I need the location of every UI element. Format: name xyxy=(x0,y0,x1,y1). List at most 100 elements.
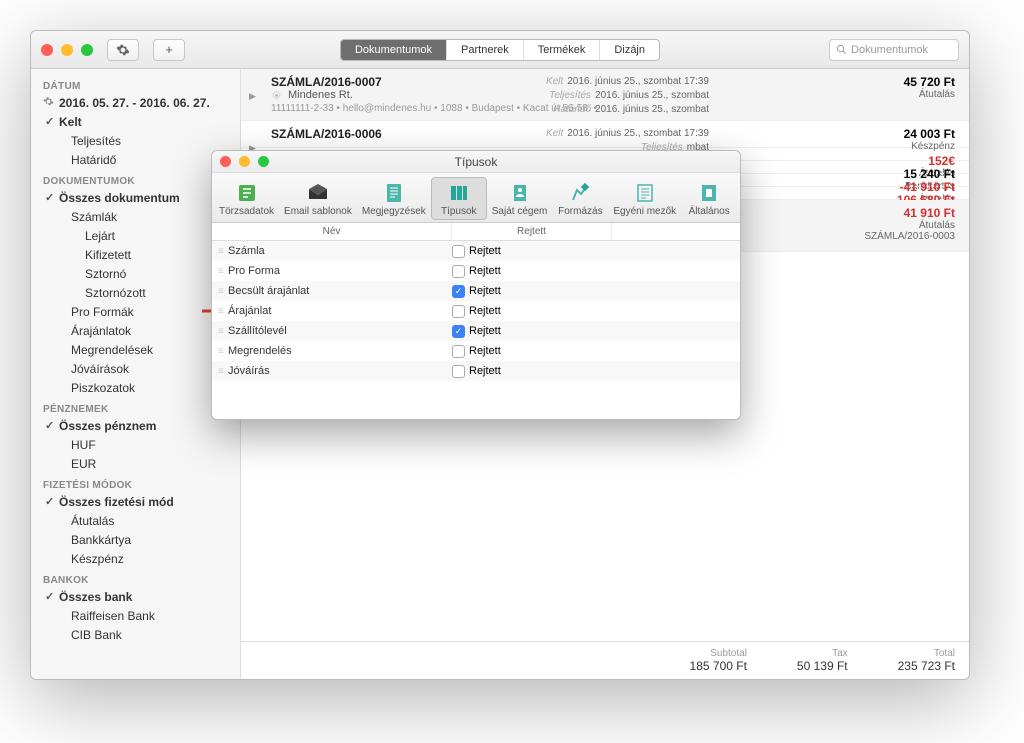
sidebar-item[interactable]: Átutalás xyxy=(31,512,240,531)
hidden-checkbox[interactable] xyxy=(452,245,465,258)
type-name: Szállítólevél xyxy=(228,325,452,337)
tool-label: Törzsadatok xyxy=(219,206,274,217)
type-row[interactable]: ≡ Számla Rejtett xyxy=(212,241,740,261)
sidebar-item[interactable]: Lejárt xyxy=(31,227,240,246)
hidden-checkbox[interactable] xyxy=(452,345,465,358)
tool-label: Általános xyxy=(686,206,732,217)
sidebar-item[interactable]: ✓Összes dokumentum xyxy=(31,189,240,208)
check-icon: ✓ xyxy=(45,115,54,130)
doc-dates: Kelt2016. június 25., szombat 17:39Telje… xyxy=(546,75,709,117)
sidebar-item-label: Összes bank xyxy=(59,590,132,604)
drag-handle-icon[interactable]: ≡ xyxy=(218,346,228,357)
sheet-minimize-button[interactable] xyxy=(239,156,250,167)
check-icon: ✓ xyxy=(45,495,54,510)
hidden-label: Rejtett xyxy=(469,365,501,377)
main-tab-partnerek[interactable]: Partnerek xyxy=(447,40,524,60)
drag-handle-icon[interactable]: ≡ xyxy=(218,286,228,297)
sheet-tool-6[interactable]: Egyéni mezők xyxy=(608,177,681,220)
sidebar-item[interactable]: Sztornózott xyxy=(31,284,240,303)
sidebar-item[interactable]: ✓Összes bank xyxy=(31,588,240,607)
type-row[interactable]: ≡ Szállítólevél ✓ Rejtett xyxy=(212,321,740,341)
sidebar-item[interactable]: CIB Bank xyxy=(31,626,240,645)
sidebar-item-label: Sztornózott xyxy=(85,286,146,300)
sheet-close-button[interactable] xyxy=(220,156,231,167)
type-name: Pro Forma xyxy=(228,265,452,277)
sidebar-item[interactable]: Készpénz xyxy=(31,550,240,569)
drag-handle-icon[interactable]: ≡ xyxy=(218,246,228,257)
zoom-button[interactable] xyxy=(81,44,93,56)
drag-handle-icon[interactable]: ≡ xyxy=(218,326,228,337)
document-row[interactable]: ▶SZÁMLA/2016-0007Mindenes Rt.11111111-2-… xyxy=(241,69,969,121)
sidebar-item[interactable]: Piszkozatok xyxy=(31,379,240,398)
sidebar-heading: PÉNZNEMEK xyxy=(31,398,240,417)
sidebar-item[interactable]: Kifizetett xyxy=(31,246,240,265)
sidebar-item-label: Lejárt xyxy=(85,229,115,243)
tool-icon xyxy=(284,181,352,205)
sheet-body: ≡ Számla Rejtett ≡ Pro Forma Rejtett ≡ B… xyxy=(212,241,740,419)
sidebar-item[interactable]: Bankkártya xyxy=(31,531,240,550)
type-row[interactable]: ≡ Megrendelés Rejtett xyxy=(212,341,740,361)
sidebar-item[interactable]: Megrendelések xyxy=(31,341,240,360)
sidebar-item[interactable]: Számlák xyxy=(31,208,240,227)
sidebar-item[interactable]: ✓Összes fizetési mód xyxy=(31,493,240,512)
sheet-tool-4[interactable]: Saját cégem xyxy=(487,177,553,220)
type-name: Megrendelés xyxy=(228,345,452,357)
hidden-checkbox[interactable] xyxy=(452,365,465,378)
sidebar-item[interactable]: EUR xyxy=(31,455,240,474)
hidden-label: Rejtett xyxy=(469,265,501,277)
type-row[interactable]: ≡ Jóváírás Rejtett xyxy=(212,361,740,381)
sidebar-item[interactable]: Határidő xyxy=(31,151,240,170)
hidden-checkbox[interactable] xyxy=(452,305,465,318)
main-window: + DokumentumokPartnerekTermékekDizájn Do… xyxy=(30,30,970,680)
settings-button[interactable] xyxy=(107,39,139,61)
drag-handle-icon[interactable]: ≡ xyxy=(218,306,228,317)
sidebar-item-label: CIB Bank xyxy=(71,628,122,642)
close-button[interactable] xyxy=(41,44,53,56)
hidden-checkbox[interactable] xyxy=(452,265,465,278)
drag-handle-icon[interactable]: ≡ xyxy=(218,366,228,377)
sheet-tool-3[interactable]: Típusok xyxy=(431,177,487,220)
sidebar-item[interactable]: ✓Összes pénznem xyxy=(31,417,240,436)
minimize-button[interactable] xyxy=(61,44,73,56)
sidebar-item-label: Piszkozatok xyxy=(71,381,135,395)
sidebar-heading: DOKUMENTUMOK xyxy=(31,170,240,189)
search-input[interactable]: Dokumentumok xyxy=(829,39,959,61)
type-row[interactable]: ≡ Becsült árajánlat ✓ Rejtett xyxy=(212,281,740,301)
sidebar-item[interactable]: Sztornó xyxy=(31,265,240,284)
sheet-tool-2[interactable]: Megjegyzések xyxy=(357,177,431,220)
sheet-tool-7[interactable]: Általános xyxy=(681,177,737,220)
document-row[interactable]: ▶SZÁMLA/2016-0006Kelt2016. június 25., s… xyxy=(241,121,969,148)
hidden-checkbox[interactable]: ✓ xyxy=(452,325,465,338)
main-tab-dizájn[interactable]: Dizájn xyxy=(600,40,659,60)
main-tab-dokumentumok[interactable]: Dokumentumok xyxy=(341,40,447,60)
sidebar-item[interactable]: 2016. 05. 27. - 2016. 06. 27. xyxy=(31,94,240,113)
tool-icon xyxy=(436,181,482,205)
sheet-tool-5[interactable]: Formázás xyxy=(552,177,608,220)
hidden-checkbox[interactable]: ✓ xyxy=(452,285,465,298)
doc-amount: 41 910 Ft xyxy=(864,206,955,220)
sidebar-item[interactable]: Jóváírások xyxy=(31,360,240,379)
sidebar-item[interactable]: ✓Kelt xyxy=(31,113,240,132)
sheet-tool-0[interactable]: Törzsadatok xyxy=(214,177,279,220)
type-row[interactable]: ≡ Árajánlat Rejtett xyxy=(212,301,740,321)
sidebar-item[interactable]: Árajánlatok xyxy=(31,322,240,341)
disclose-icon[interactable]: ▶ xyxy=(249,91,256,102)
sidebar-item-label: Átutalás xyxy=(71,514,114,528)
sheet-zoom-button[interactable] xyxy=(258,156,269,167)
drag-handle-icon[interactable]: ≡ xyxy=(218,266,228,277)
doc-partner: Mindenes Rt. xyxy=(288,89,353,101)
main-tab-termékek[interactable]: Termékek xyxy=(524,40,601,60)
sheet-tool-1[interactable]: Email sablonok xyxy=(279,177,357,220)
sidebar-item[interactable]: Raiffeisen Bank xyxy=(31,607,240,626)
doc-amount: 24 003 Ft xyxy=(904,127,955,141)
type-row[interactable]: ≡ Pro Forma Rejtett xyxy=(212,261,740,281)
sidebar-heading: FIZETÉSI MÓDOK xyxy=(31,474,240,493)
add-button[interactable]: + xyxy=(153,39,185,61)
type-name: Jóváírás xyxy=(228,365,452,377)
subtotal-label: Subtotal xyxy=(690,648,747,659)
sidebar-item-label: HUF xyxy=(71,438,96,452)
sidebar-item[interactable]: HUF xyxy=(31,436,240,455)
tax-value: 50 139 Ft xyxy=(797,659,848,673)
sidebar-item[interactable]: Pro Formák xyxy=(31,303,240,322)
sidebar-item[interactable]: Teljesítés xyxy=(31,132,240,151)
